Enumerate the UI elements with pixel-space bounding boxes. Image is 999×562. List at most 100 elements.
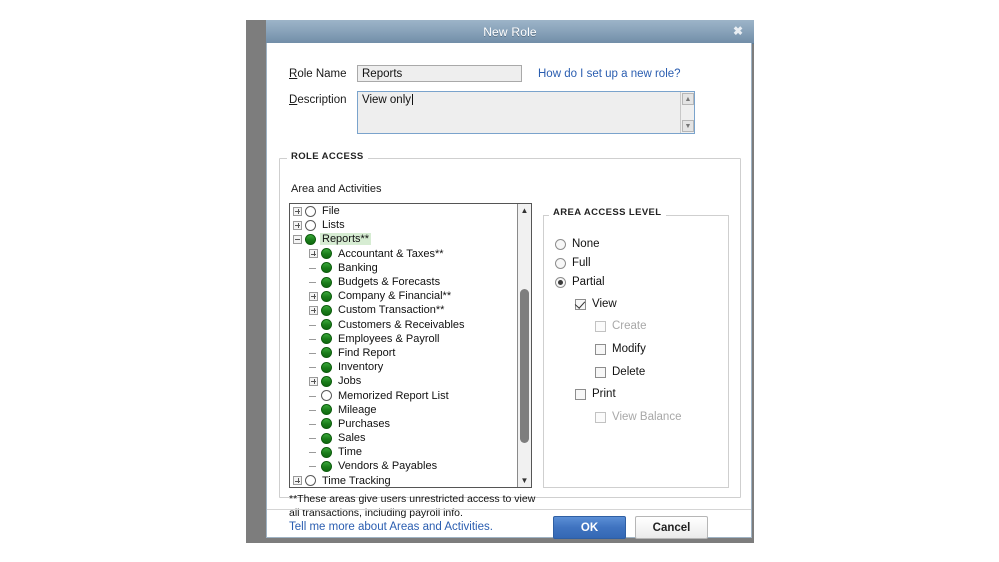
tree-item[interactable]: Time bbox=[290, 445, 519, 459]
radio-icon bbox=[555, 276, 566, 288]
description-scrollbar[interactable]: ▲ ▼ bbox=[680, 92, 694, 133]
expand-icon[interactable] bbox=[293, 206, 302, 216]
tree-item[interactable]: Employees & Payroll bbox=[290, 332, 519, 346]
tree-item[interactable]: Sales bbox=[290, 431, 519, 445]
access-granted-icon bbox=[305, 233, 316, 245]
checkbox-icon bbox=[595, 320, 606, 332]
checkbox-view-balance: View Balance bbox=[595, 411, 681, 423]
checkbox-icon bbox=[595, 411, 606, 423]
tree-item-label: Banking bbox=[338, 261, 378, 274]
radio-icon bbox=[555, 257, 566, 269]
cancel-button[interactable]: Cancel bbox=[635, 516, 708, 539]
tree-connector-icon bbox=[309, 263, 318, 272]
tree-item[interactable]: Customers & Receivables bbox=[290, 318, 519, 332]
text-caret bbox=[412, 94, 414, 105]
checkbox-icon bbox=[595, 366, 606, 378]
tree-item[interactable]: Company & Financial** bbox=[290, 289, 519, 303]
tree-item[interactable]: Mileage bbox=[290, 403, 519, 417]
tree-connector-icon bbox=[309, 419, 318, 428]
triangle-down-icon[interactable]: ▼ bbox=[682, 120, 694, 132]
tree-connector-icon bbox=[309, 434, 318, 443]
area-activities-tree[interactable]: File Lists Reports** Accountant & Taxes** Ba… bbox=[289, 203, 532, 488]
expand-icon[interactable] bbox=[293, 220, 302, 230]
collapse-icon[interactable] bbox=[293, 234, 302, 244]
tree-item[interactable]: Banking bbox=[290, 261, 519, 275]
radio-partial[interactable]: Partial bbox=[555, 276, 605, 288]
role-access-group-title: ROLE ACCESS bbox=[287, 151, 368, 162]
tree-connector-icon bbox=[309, 334, 318, 343]
expand-icon[interactable] bbox=[309, 291, 318, 301]
tree-item[interactable]: Jobs bbox=[290, 374, 519, 388]
expand-icon[interactable] bbox=[293, 476, 302, 486]
tree-item-label: Company & Financial** bbox=[338, 290, 452, 303]
tree-item[interactable]: Time Tracking bbox=[290, 474, 519, 487]
checkbox-view[interactable]: View bbox=[575, 298, 617, 310]
ok-button[interactable]: OK bbox=[553, 516, 626, 539]
access-granted-icon bbox=[321, 446, 332, 458]
description-value: View only bbox=[362, 94, 414, 106]
tree-item[interactable]: Reports** bbox=[290, 232, 519, 246]
tree-item-label: File bbox=[322, 205, 340, 218]
tree-item[interactable]: Lists bbox=[290, 218, 519, 232]
option-label: Delete bbox=[612, 366, 646, 378]
access-granted-icon bbox=[321, 276, 332, 288]
triangle-down-icon[interactable]: ▼ bbox=[518, 474, 531, 487]
description-textarea[interactable]: View only ▲ ▼ bbox=[357, 91, 695, 134]
access-none-icon bbox=[305, 205, 316, 217]
tell-me-more-link[interactable]: Tell me more about Areas and Activities. bbox=[289, 521, 493, 533]
expand-icon[interactable] bbox=[309, 376, 318, 386]
tree-item-label: Budgets & Forecasts bbox=[338, 276, 441, 289]
tree-item[interactable]: Purchases bbox=[290, 417, 519, 431]
tree-item[interactable]: Vendors & Payables bbox=[290, 459, 519, 473]
expand-icon[interactable] bbox=[309, 305, 318, 315]
option-label: Full bbox=[572, 257, 591, 269]
checkbox-print[interactable]: Print bbox=[575, 388, 616, 400]
tree-item-label: Purchases bbox=[338, 417, 390, 430]
radio-full[interactable]: Full bbox=[555, 257, 591, 269]
expand-icon[interactable] bbox=[309, 249, 318, 259]
checkbox-delete[interactable]: Delete bbox=[595, 366, 645, 378]
tree-scrollbar[interactable]: ▲ ▼ bbox=[517, 204, 531, 487]
tree-connector-icon bbox=[309, 278, 318, 287]
access-none-icon bbox=[321, 390, 332, 402]
scrollbar-thumb[interactable] bbox=[520, 288, 529, 444]
access-none-icon bbox=[305, 475, 316, 487]
tree-item-label: Inventory bbox=[338, 361, 384, 374]
role-name-input[interactable] bbox=[357, 65, 522, 82]
checkbox-create: Create bbox=[595, 320, 647, 332]
tree-rows: File Lists Reports** Accountant & Taxes** Ba… bbox=[290, 204, 519, 487]
radio-none[interactable]: None bbox=[555, 238, 600, 250]
tree-item-label: Sales bbox=[338, 432, 366, 445]
option-label: View bbox=[592, 298, 617, 310]
access-granted-icon bbox=[321, 432, 332, 444]
access-granted-icon bbox=[321, 404, 332, 416]
checkbox-icon bbox=[595, 343, 606, 355]
tree-connector-icon bbox=[309, 462, 318, 471]
tree-item-label: Custom Transaction** bbox=[338, 304, 445, 317]
tree-item-label: Lists bbox=[322, 219, 345, 232]
area-access-level-title: AREA ACCESS LEVEL bbox=[549, 207, 666, 218]
access-granted-icon bbox=[321, 361, 332, 373]
checkbox-modify[interactable]: Modify bbox=[595, 343, 646, 355]
option-label: Create bbox=[612, 320, 647, 332]
tree-item[interactable]: Memorized Report List bbox=[290, 388, 519, 402]
tree-item[interactable]: Find Report bbox=[290, 346, 519, 360]
tree-item-label: Memorized Report List bbox=[338, 389, 449, 402]
footer-divider bbox=[267, 509, 751, 510]
tree-item[interactable]: Inventory bbox=[290, 360, 519, 374]
tree-connector-icon bbox=[309, 391, 318, 400]
triangle-up-icon[interactable]: ▲ bbox=[682, 93, 694, 105]
tree-item[interactable]: File bbox=[290, 204, 519, 218]
tree-item-label: Accountant & Taxes** bbox=[338, 247, 444, 260]
tree-item[interactable]: Accountant & Taxes** bbox=[290, 247, 519, 261]
tree-item-label: Time Tracking bbox=[322, 474, 391, 487]
close-icon[interactable]: ✖ bbox=[730, 23, 746, 39]
tree-item[interactable]: Budgets & Forecasts bbox=[290, 275, 519, 289]
triangle-up-icon[interactable]: ▲ bbox=[518, 204, 531, 217]
how-do-i-link[interactable]: How do I set up a new role? bbox=[538, 65, 681, 80]
tree-connector-icon bbox=[309, 448, 318, 457]
tree-item[interactable]: Custom Transaction** bbox=[290, 303, 519, 317]
option-label: Print bbox=[592, 388, 616, 400]
checkbox-icon bbox=[575, 388, 586, 400]
tree-connector-icon bbox=[309, 348, 318, 357]
